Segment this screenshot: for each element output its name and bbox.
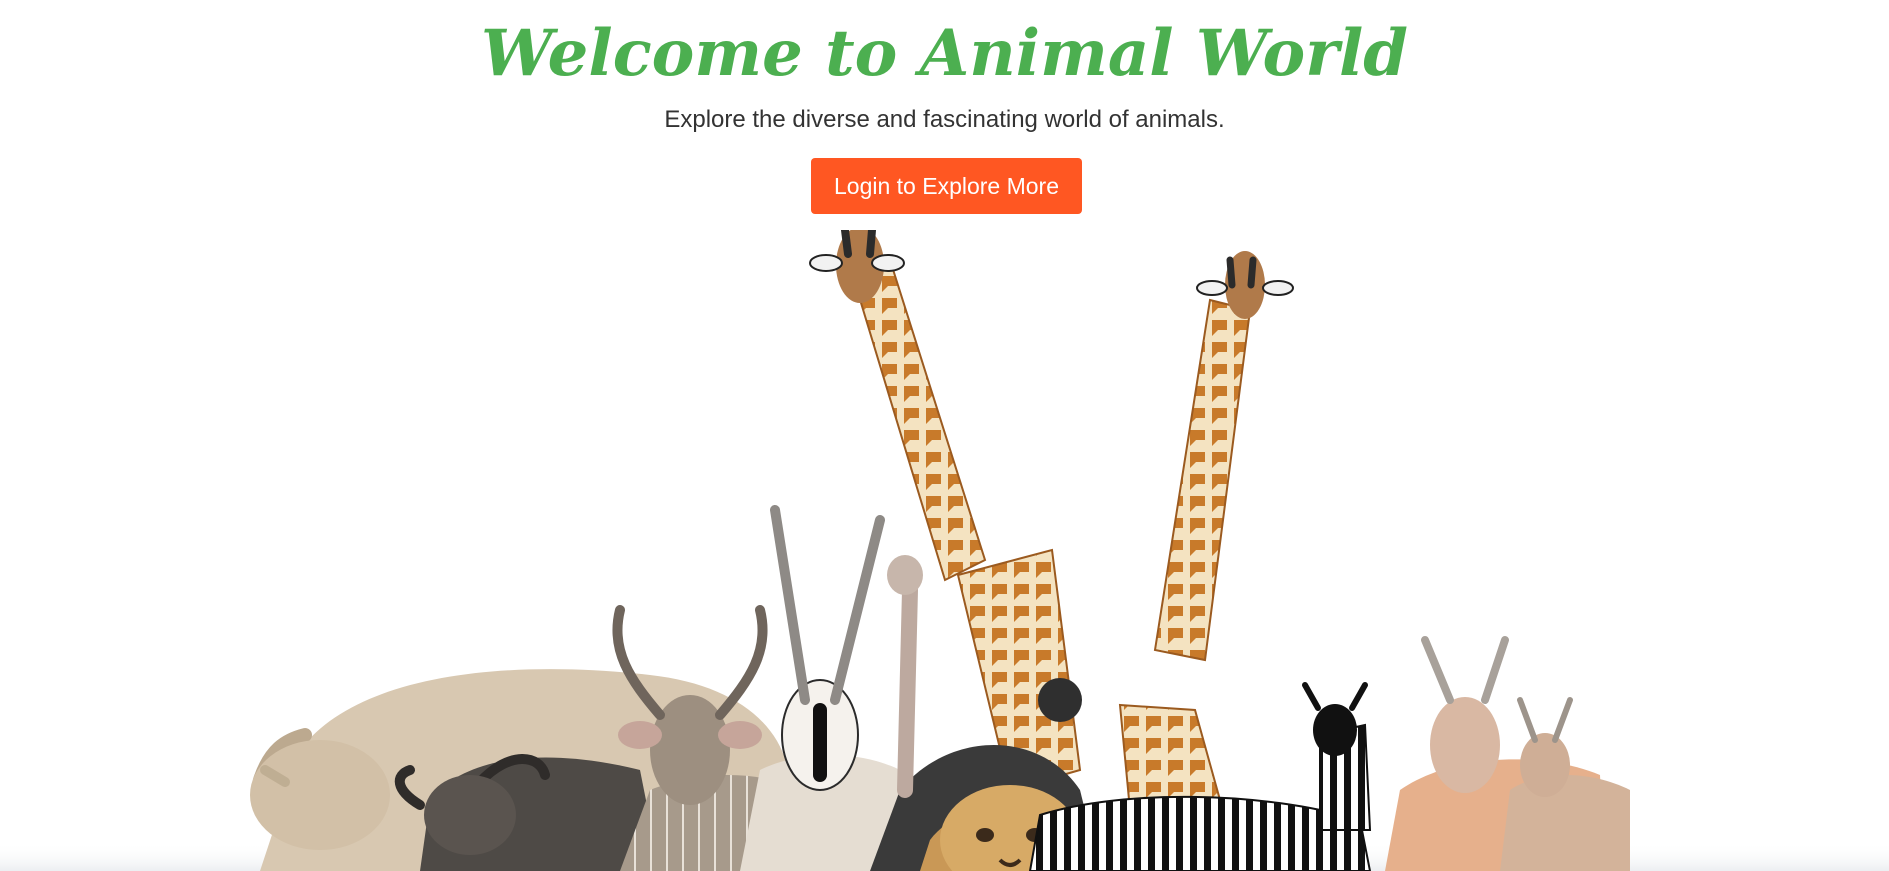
page-subtitle: Explore the diverse and fascinating worl… bbox=[664, 106, 1225, 133]
animals-illustration bbox=[0, 230, 1889, 871]
hero-section: Welcome to Animal World Explore the dive… bbox=[0, 0, 1889, 871]
login-button[interactable]: Login to Explore More bbox=[811, 158, 1082, 214]
page-title: Welcome to Animal World bbox=[481, 16, 1408, 91]
oryx bbox=[740, 505, 910, 871]
giraffe-right bbox=[1118, 251, 1294, 812]
gazelle bbox=[1500, 697, 1630, 871]
